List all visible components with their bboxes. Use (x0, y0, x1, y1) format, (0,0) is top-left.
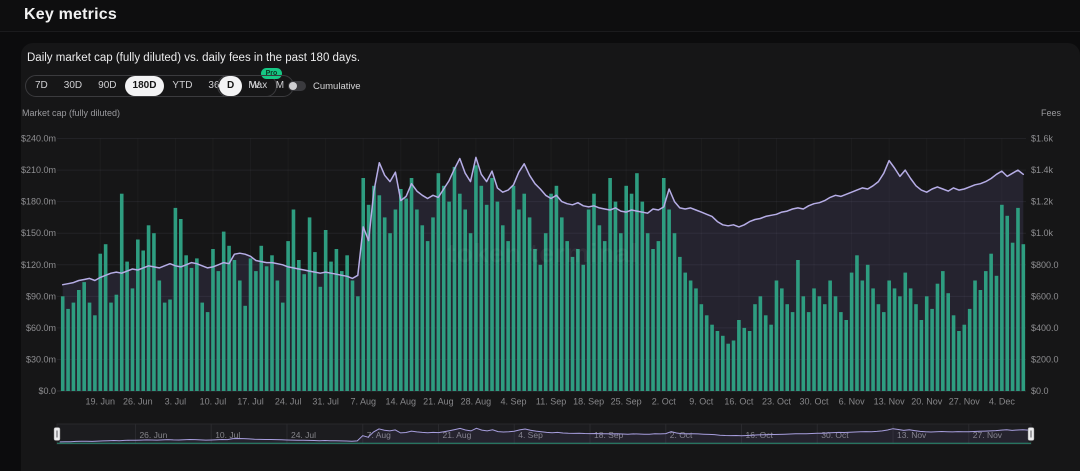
page-header: Key metrics (0, 0, 1080, 32)
range-option-ytd[interactable]: YTD (164, 76, 200, 96)
page: Key metrics Daily market cap (fully dilu… (0, 0, 1080, 471)
range-option-180d[interactable]: 180D (125, 76, 165, 96)
chart-subtitle: Daily market cap (fully diluted) vs. dai… (27, 52, 360, 64)
range-option-30d[interactable]: 30D (56, 76, 90, 96)
chart-controls: Pro 7D30D90D180DYTD365DMax DWM Cumulativ… (21, 75, 1080, 97)
range-option-90d[interactable]: 90D (90, 76, 124, 96)
range-option-7d[interactable]: 7D (27, 76, 56, 96)
page-title: Key metrics (24, 6, 117, 24)
granularity-option-d[interactable]: D (219, 76, 242, 96)
granularity-selector: DWM (217, 75, 294, 97)
cumulative-toggle[interactable] (288, 81, 306, 91)
granularity-option-w[interactable]: W (242, 76, 267, 96)
cumulative-toggle-row: Cumulative (288, 75, 361, 97)
cumulative-label: Cumulative (313, 81, 361, 92)
key-metrics-card: Daily market cap (fully diluted) vs. dai… (21, 43, 1080, 471)
toggle-knob-icon (289, 82, 297, 90)
